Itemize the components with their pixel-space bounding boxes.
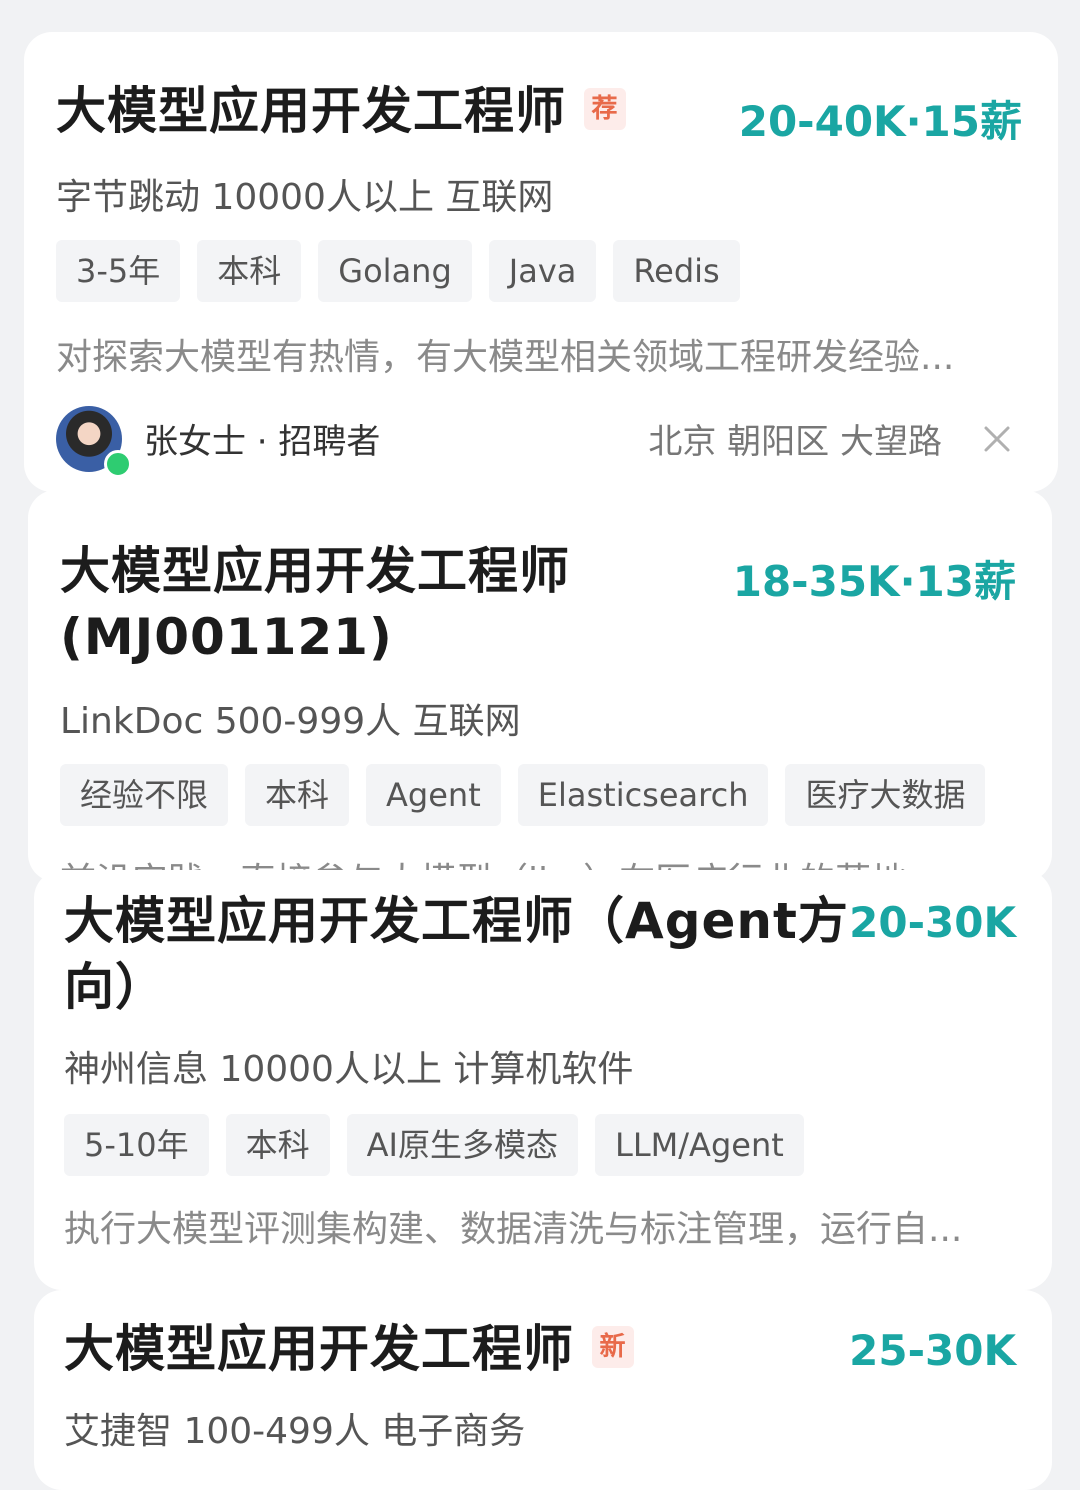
tag: 3-5年 (56, 240, 181, 302)
new-badge: 新 (592, 1325, 634, 1368)
job-title-line-1: 大模型应用开发工程师 (60, 542, 570, 600)
job-description: 对探索大模型有热情，有大模型相关领域工程研发经验... (56, 337, 955, 378)
tag-list: 经验不限 本科 Agent Elasticsearch 医疗大数据 (60, 764, 986, 826)
job-title-line-2: (MJ001121) (60, 608, 393, 666)
company-info: 艾捷智 100-499人 电子商务 (64, 1411, 526, 1452)
recruiter-row: 张女士 · 招聘者 北京 朝阳区 大望路 (56, 406, 1026, 478)
tag: 医疗大数据 (785, 764, 986, 826)
tag: Elasticsearch (517, 764, 769, 826)
online-status-icon (104, 450, 132, 478)
tag-list: 3-5年 本科 Golang Java Redis (56, 240, 740, 302)
job-card-3[interactable]: 大模型应用开发工程师（Agent方 向） 20-30K 神州信息 10000人以… (34, 870, 1052, 1290)
tag: Golang (318, 240, 472, 302)
salary: 20-30K (849, 898, 1016, 947)
tag: AI原生多模态 (346, 1114, 578, 1176)
company-info: 字节跳动 10000人以上 互联网 (56, 177, 554, 218)
job-description: 执行大模型评测集构建、数据清洗与标注管理，运行自... (64, 1209, 963, 1250)
salary: 25-30K (849, 1326, 1016, 1375)
job-title: 大模型应用开发工程师 (MJ001121) (60, 538, 570, 670)
salary: 20-40K·15薪 (738, 97, 1022, 146)
tag: 本科 (197, 240, 302, 302)
tag: 本科 (225, 1114, 330, 1176)
tag-list: 5-10年 本科 AI原生多模态 LLM/Agent (64, 1114, 804, 1176)
job-title-line-1: 大模型应用开发工程师（Agent方 (64, 892, 849, 950)
tag: LLM/Agent (595, 1114, 804, 1176)
job-title: 大模型应用开发工程师（Agent方 向） (64, 888, 849, 1020)
tag: 本科 (245, 764, 350, 826)
salary: 18-35K·13薪 (732, 557, 1016, 606)
job-title-text: 大模型应用开发工程师 (56, 82, 566, 140)
company-info: 神州信息 10000人以上 计算机软件 (64, 1049, 634, 1090)
tag: 5-10年 (64, 1114, 209, 1176)
tag: Redis (613, 240, 740, 302)
job-title: 大模型应用开发工程师新 (64, 1316, 634, 1382)
tag: Java (488, 240, 597, 302)
recommended-badge: 荐 (584, 87, 626, 130)
tag: 经验不限 (60, 764, 229, 826)
job-card-4[interactable]: 大模型应用开发工程师新 25-30K 艾捷智 100-499人 电子商务 (34, 1290, 1052, 1490)
tag: Agent (366, 764, 501, 826)
job-card-2[interactable]: 大模型应用开发工程师 (MJ001121) 18-35K·13薪 LinkDoc… (28, 490, 1052, 882)
close-icon[interactable] (980, 422, 1014, 456)
company-info: LinkDoc 500-999人 互联网 (60, 701, 521, 742)
recruiter-name: 张女士 · 招聘者 (144, 422, 381, 462)
job-title-line-2: 向） (64, 958, 166, 1016)
job-card-1[interactable]: 大模型应用开发工程师荐 20-40K·15薪 字节跳动 10000人以上 互联网… (24, 32, 1058, 492)
job-title: 大模型应用开发工程师荐 (56, 78, 626, 144)
job-location: 北京 朝阳区 大望路 (648, 422, 942, 462)
job-title-text: 大模型应用开发工程师 (64, 1320, 574, 1378)
